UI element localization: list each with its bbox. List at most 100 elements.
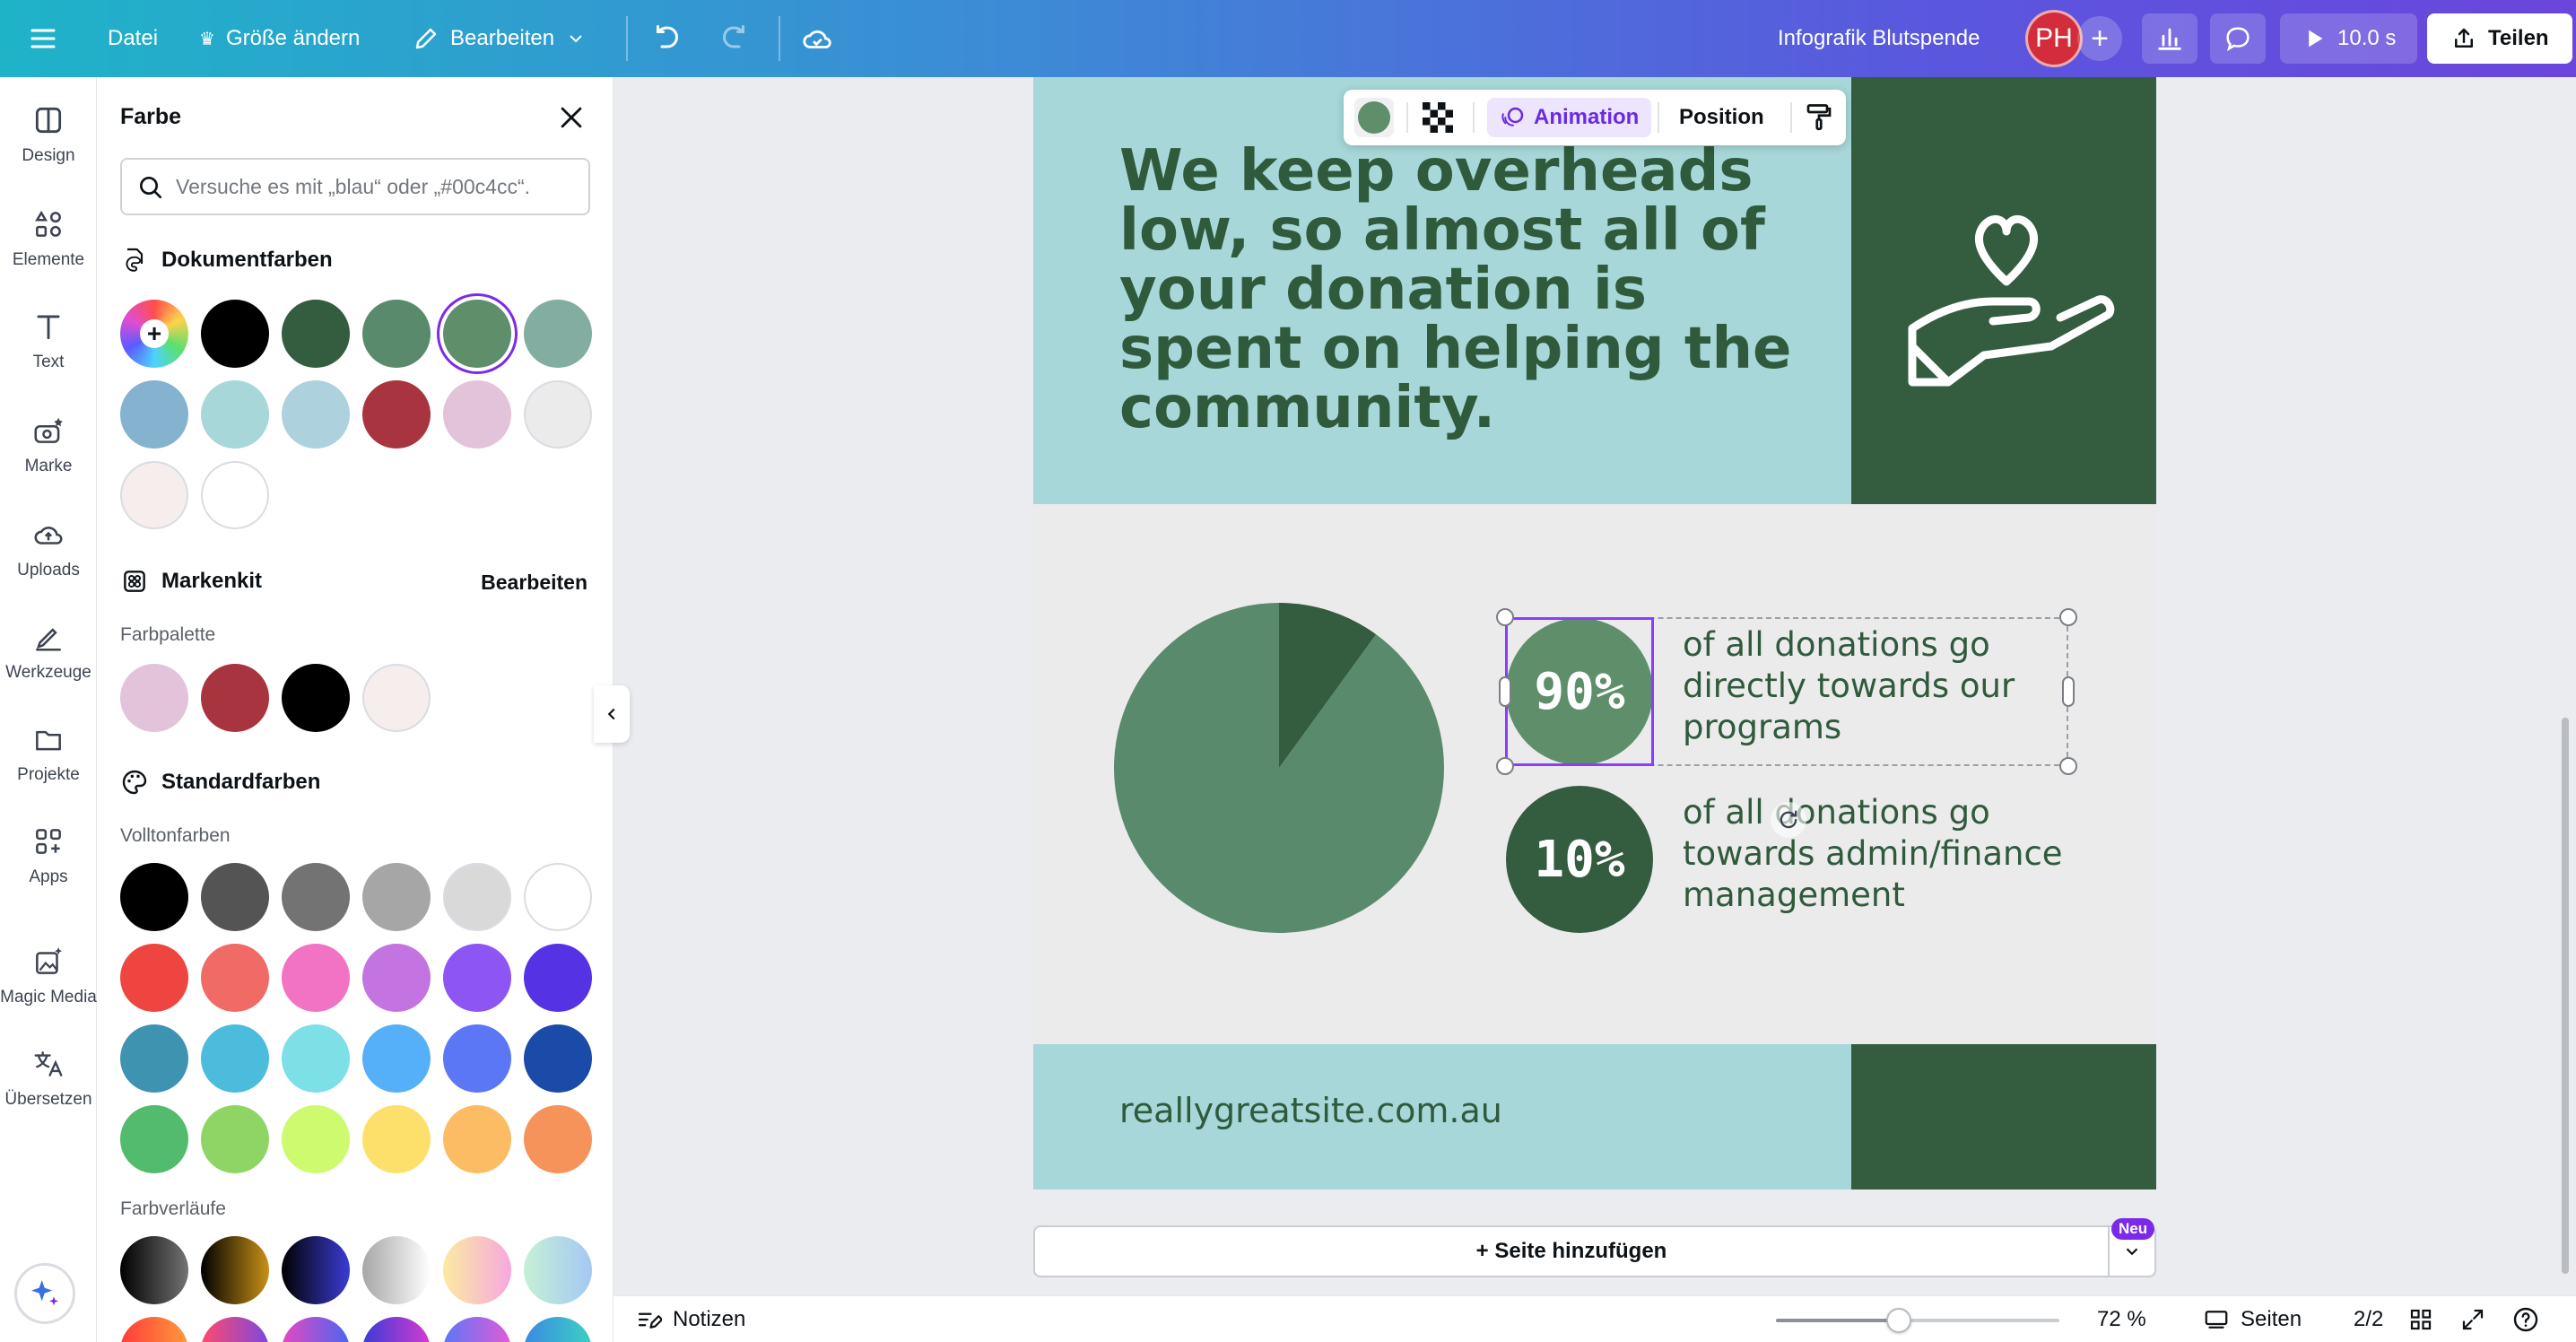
zoom-slider[interactable]: [1776, 1308, 2059, 1333]
gradient-swatch[interactable]: [201, 1236, 269, 1304]
grid-view-button[interactable]: [2407, 1296, 2434, 1342]
solid-color-swatch[interactable]: [443, 863, 511, 931]
resize-button[interactable]: ♛ Größe ändern: [199, 0, 360, 77]
solid-color-swatch[interactable]: [362, 1024, 431, 1093]
avatar[interactable]: PH: [2025, 10, 2083, 67]
zoom-level[interactable]: 72 %: [2097, 1296, 2146, 1342]
animation-button[interactable]: Animation: [1487, 98, 1652, 137]
resize-handle-bottom-left[interactable]: [1496, 757, 1514, 775]
gradient-swatch[interactable]: [282, 1317, 350, 1342]
solid-color-swatch[interactable]: [201, 944, 269, 1012]
document-color-swatch[interactable]: [201, 300, 269, 368]
rail-item-design[interactable]: Design: [0, 90, 97, 179]
brand-color-swatch[interactable]: [362, 664, 431, 732]
rail-item-text[interactable]: Text: [0, 296, 97, 386]
gradient-swatch[interactable]: [443, 1236, 511, 1304]
document-color-swatch[interactable]: [524, 300, 592, 368]
document-color-swatch[interactable]: [443, 300, 511, 368]
solid-color-swatch[interactable]: [282, 863, 350, 931]
document-color-swatch[interactable]: [362, 380, 431, 449]
solid-color-swatch[interactable]: [443, 944, 511, 1012]
solid-color-swatch[interactable]: [201, 863, 269, 931]
position-button[interactable]: Position: [1679, 98, 1764, 137]
resize-handle-left[interactable]: [1499, 676, 1511, 707]
share-button[interactable]: Teilen: [2427, 13, 2572, 64]
rotate-handle[interactable]: [1771, 802, 1806, 838]
solid-color-swatch[interactable]: [524, 863, 592, 931]
add-page-button[interactable]: + Seite hinzufügen: [1033, 1225, 2110, 1277]
canvas-scrollbar[interactable]: [2562, 718, 2569, 1274]
invite-button[interactable]: +: [2077, 16, 2122, 61]
website-text[interactable]: reallygreatsite.com.au: [1119, 1091, 1502, 1130]
solid-color-swatch[interactable]: [120, 863, 188, 931]
rail-item-translate[interactable]: Übersetzen: [0, 1033, 97, 1123]
solid-color-swatch[interactable]: [282, 1024, 350, 1093]
document-color-swatch[interactable]: [120, 380, 188, 449]
brand-kit-edit-button[interactable]: Bearbeiten: [481, 571, 587, 595]
gradient-swatch[interactable]: [120, 1236, 188, 1304]
gradient-swatch[interactable]: [524, 1236, 592, 1304]
resize-handle-top-right[interactable]: [2059, 608, 2077, 626]
rail-item-uploads[interactable]: Uploads: [0, 504, 97, 594]
fill-color-button[interactable]: [1354, 98, 1394, 137]
solid-color-swatch[interactable]: [120, 1105, 188, 1173]
rail-item-tools[interactable]: Werkzeuge: [0, 606, 97, 696]
gradient-swatch[interactable]: [362, 1236, 431, 1304]
copy-style-button[interactable]: [1803, 100, 1835, 139]
gradient-swatch[interactable]: [120, 1317, 188, 1342]
solid-color-swatch[interactable]: [524, 944, 592, 1012]
fullscreen-button[interactable]: [2459, 1296, 2486, 1342]
gradient-swatch[interactable]: [524, 1317, 592, 1342]
stat-text-admin[interactable]: of all donations go towards admin/financ…: [1683, 792, 2113, 916]
gradient-swatch[interactable]: [282, 1236, 350, 1304]
document-color-swatch[interactable]: [282, 380, 350, 449]
page-counter[interactable]: 2/2: [2354, 1296, 2383, 1342]
solid-color-swatch[interactable]: [362, 1105, 431, 1173]
rail-item-projects[interactable]: Projekte: [0, 709, 97, 798]
gradient-swatch[interactable]: [362, 1317, 431, 1342]
cloud-save-status[interactable]: [800, 0, 834, 77]
comments-button[interactable]: [2210, 13, 2266, 64]
document-color-swatch[interactable]: [120, 461, 188, 529]
document-color-swatch[interactable]: [443, 380, 511, 449]
element-selection-box[interactable]: [1505, 617, 1654, 766]
insights-button[interactable]: [2142, 13, 2197, 64]
add-color-button[interactable]: +: [120, 300, 188, 368]
pages-button[interactable]: Seiten: [2203, 1296, 2302, 1342]
solid-color-swatch[interactable]: [120, 1024, 188, 1093]
hand-heart-icon[interactable]: [1894, 185, 2119, 400]
resize-handle-top-left[interactable]: [1496, 608, 1514, 626]
document-color-swatch[interactable]: [282, 300, 350, 368]
design-page[interactable]: We keep overheads low, so almost all of …: [1033, 77, 2156, 1190]
redo-button[interactable]: [718, 0, 750, 77]
brand-color-swatch[interactable]: [120, 664, 188, 732]
brand-color-swatch[interactable]: [201, 664, 269, 732]
notes-button[interactable]: Notizen: [635, 1296, 745, 1342]
solid-color-swatch[interactable]: [362, 944, 431, 1012]
rail-item-magic-media[interactable]: Magic Media: [0, 931, 97, 1021]
resize-handle-right[interactable]: [2062, 676, 2075, 707]
solid-color-swatch[interactable]: [443, 1024, 511, 1093]
document-color-swatch[interactable]: [524, 380, 592, 449]
headline-text[interactable]: We keep overheads low, so almost all of …: [1119, 142, 1828, 438]
menu-button[interactable]: [27, 0, 59, 77]
help-button[interactable]: [2511, 1296, 2540, 1342]
document-color-swatch[interactable]: [201, 461, 269, 529]
solid-color-swatch[interactable]: [282, 944, 350, 1012]
file-menu[interactable]: Datei: [108, 0, 158, 77]
document-color-swatch[interactable]: [362, 300, 431, 368]
solid-color-swatch[interactable]: [120, 944, 188, 1012]
gradient-swatch[interactable]: [201, 1317, 269, 1342]
rail-item-elements[interactable]: Elemente: [0, 194, 97, 283]
gradient-swatch[interactable]: [443, 1317, 511, 1342]
collapse-panel-button[interactable]: [594, 685, 630, 743]
solid-color-swatch[interactable]: [362, 863, 431, 931]
rail-item-brand[interactable]: Marke: [0, 400, 97, 490]
close-icon[interactable]: [556, 102, 587, 133]
solid-color-swatch[interactable]: [201, 1105, 269, 1173]
solid-color-swatch[interactable]: [524, 1105, 592, 1173]
brand-color-swatch[interactable]: [282, 664, 350, 732]
solid-color-swatch[interactable]: [443, 1105, 511, 1173]
magic-assistant-button[interactable]: [14, 1263, 75, 1324]
document-title[interactable]: Infografik Blutspende: [1778, 0, 1980, 77]
